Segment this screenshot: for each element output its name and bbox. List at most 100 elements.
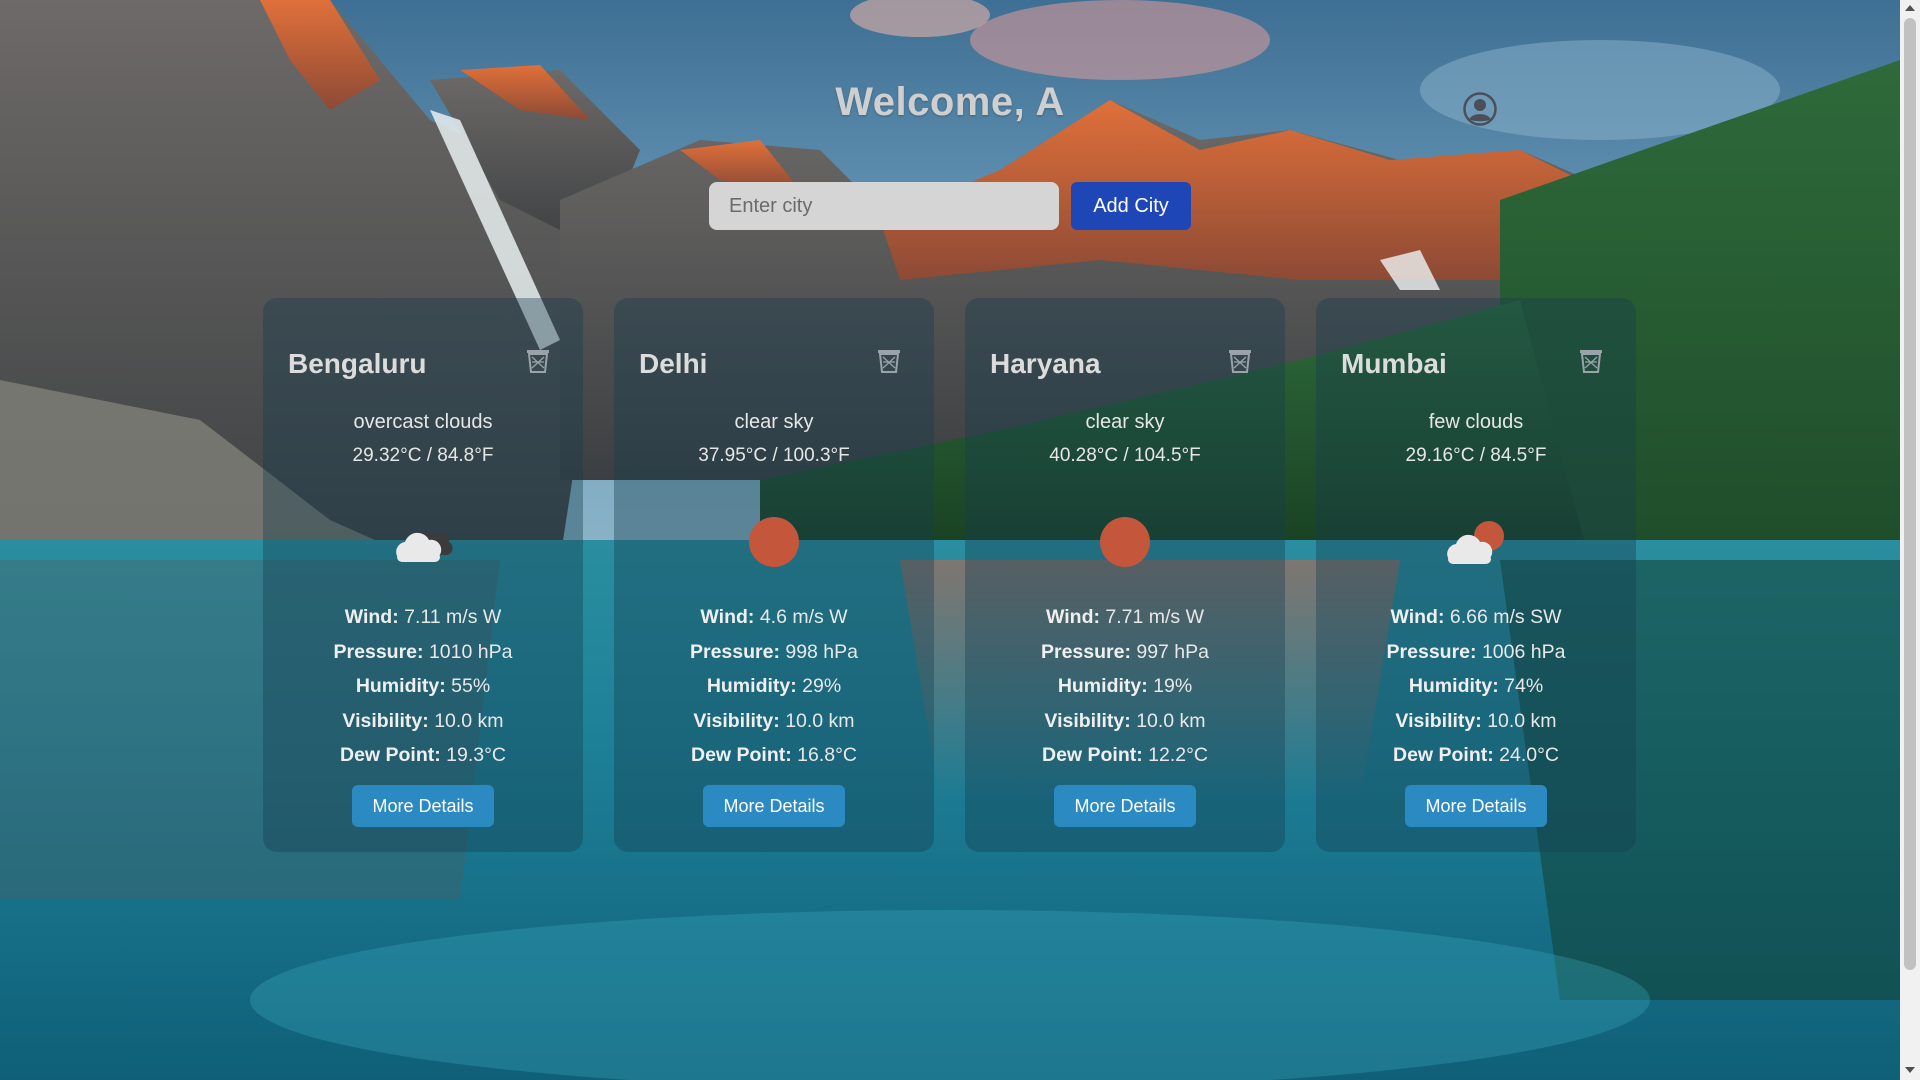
pressure-label: Pressure: (1386, 640, 1477, 663)
pressure-value: 1010 hPa (428, 640, 513, 663)
wind-value: 4.6 m/s W (759, 606, 848, 628)
card-temperature: 37.95°C / 100.3°F (698, 445, 850, 466)
pressure-value: 998 hPa (785, 640, 859, 663)
dew-point-value: 16.8°C (797, 744, 857, 766)
scroll-down-arrow-icon[interactable] (1905, 1067, 1915, 1073)
app-viewport: Welcome, A Add City Bengaluru overcast c… (0, 0, 1900, 1080)
pressure-row: Pressure: 1006 hPa (1316, 635, 1636, 670)
sun-icon (749, 517, 799, 567)
card-city-name: Bengaluru (288, 348, 427, 379)
scroll-up-arrow-icon[interactable] (1905, 5, 1915, 11)
wind-row: Wind: 4.6 m/s W (614, 600, 934, 635)
wind-value: 7.11 m/s W (404, 606, 502, 628)
city-card-haryana: Haryana clear sky 40.28°C / 104.5°F Wind… (965, 298, 1285, 852)
card-weather-stats: Wind: 7.11 m/s W Pressure: 1010 hPa Humi… (263, 600, 583, 773)
city-search-input[interactable] (709, 182, 1059, 230)
humidity-value: 55% (451, 675, 491, 697)
pressure-row: Pressure: 997 hPa (965, 635, 1285, 670)
more-details-button[interactable]: More Details (703, 785, 845, 827)
welcome-title: Welcome, A (835, 80, 1065, 124)
card-city-name: Delhi (639, 348, 708, 379)
card-weather-description: few clouds (1428, 411, 1524, 433)
trash-icon[interactable] (1228, 348, 1252, 374)
pressure-value: 997 hPa (1136, 640, 1210, 663)
add-city-button[interactable]: Add City (1071, 182, 1191, 230)
humidity-label: Humidity: (355, 675, 446, 697)
visibility-row: Visibility: 10.0 km (965, 704, 1285, 739)
wind-row: Wind: 6.66 m/s SW (1316, 600, 1636, 635)
card-temperature: 40.28°C / 104.5°F (1049, 445, 1201, 466)
city-card-delhi: Delhi clear sky 37.95°C / 100.3°F Wind: … (614, 298, 934, 852)
humidity-row: Humidity: 19% (965, 669, 1285, 704)
trash-icon[interactable] (877, 348, 901, 374)
trash-icon[interactable] (526, 348, 550, 374)
vertical-scrollbar[interactable] (1900, 0, 1920, 1080)
user-circle-icon[interactable] (1463, 92, 1497, 126)
visibility-value: 10.0 km (1136, 709, 1206, 732)
wind-row: Wind: 7.71 m/s W (965, 600, 1285, 635)
visibility-label: Visibility: (693, 709, 780, 732)
pressure-label: Pressure: (333, 640, 424, 663)
pressure-row: Pressure: 998 hPa (614, 635, 934, 670)
city-cards-container: Bengaluru overcast clouds 29.32°C / 84.8… (263, 298, 1636, 852)
pressure-row: Pressure: 1010 hPa (263, 635, 583, 670)
humidity-label: Humidity: (1057, 675, 1148, 697)
visibility-value: 10.0 km (785, 709, 855, 732)
card-weather-stats: Wind: 4.6 m/s W Pressure: 998 hPa Humidi… (614, 600, 934, 773)
more-details-button[interactable]: More Details (1054, 785, 1196, 827)
card-weather-stats: Wind: 7.71 m/s W Pressure: 997 hPa Humid… (965, 600, 1285, 773)
pressure-label: Pressure: (1040, 640, 1131, 663)
humidity-row: Humidity: 55% (263, 669, 583, 704)
city-card-mumbai: Mumbai few clouds 29.16°C / 84.5°F Wind:… (1316, 298, 1636, 852)
wind-row: Wind: 7.11 m/s W (263, 600, 583, 635)
humidity-row: Humidity: 29% (614, 669, 934, 704)
few-clouds-icon (1447, 521, 1504, 564)
dew-point-label: Dew Point: (1392, 744, 1494, 766)
sun-icon (1100, 517, 1150, 567)
add-city-form: Add City (709, 182, 1191, 230)
wind-value: 7.71 m/s W (1105, 606, 1204, 628)
visibility-value: 10.0 km (1487, 709, 1557, 732)
humidity-value: 19% (1153, 675, 1193, 697)
humidity-value: 29% (802, 675, 842, 697)
wind-label: Wind: (1390, 606, 1445, 628)
city-card-bengaluru: Bengaluru overcast clouds 29.32°C / 84.8… (263, 298, 583, 852)
humidity-label: Humidity: (1408, 675, 1499, 697)
wind-value: 6.66 m/s SW (1449, 606, 1562, 628)
humidity-row: Humidity: 74% (1316, 669, 1636, 704)
card-weather-description: overcast clouds (353, 411, 493, 433)
dew-point-value: 19.3°C (446, 744, 506, 766)
pressure-label: Pressure: (689, 640, 780, 663)
card-temperature: 29.16°C / 84.5°F (1405, 445, 1547, 466)
visibility-row: Visibility: 10.0 km (614, 704, 934, 739)
trash-icon[interactable] (1579, 348, 1603, 374)
dew-point-label: Dew Point: (1041, 744, 1143, 766)
dew-point-row: Dew Point: 24.0°C (1316, 738, 1636, 773)
scrollbar-thumb[interactable] (1904, 18, 1916, 970)
dew-point-row: Dew Point: 12.2°C (965, 738, 1285, 773)
dew-point-value: 12.2°C (1148, 744, 1208, 766)
visibility-row: Visibility: 10.0 km (263, 704, 583, 739)
card-weather-description: clear sky (734, 411, 814, 433)
wind-label: Wind: (700, 606, 755, 628)
visibility-value: 10.0 km (434, 709, 504, 732)
more-details-button[interactable]: More Details (352, 785, 494, 827)
visibility-label: Visibility: (1044, 709, 1131, 732)
pressure-value: 1006 hPa (1481, 640, 1566, 663)
dew-point-row: Dew Point: 19.3°C (263, 738, 583, 773)
card-weather-stats: Wind: 6.66 m/s SW Pressure: 1006 hPa Hum… (1316, 600, 1636, 773)
wind-label: Wind: (344, 606, 399, 628)
dew-point-label: Dew Point: (339, 744, 441, 766)
overcast-clouds-icon (396, 531, 453, 562)
visibility-label: Visibility: (342, 709, 429, 732)
card-weather-description: clear sky (1085, 411, 1165, 433)
visibility-row: Visibility: 10.0 km (1316, 704, 1636, 739)
humidity-label: Humidity: (706, 675, 797, 697)
card-temperature: 29.32°C / 84.8°F (352, 445, 494, 466)
card-city-name: Mumbai (1341, 348, 1447, 379)
card-city-name: Haryana (990, 348, 1101, 379)
more-details-button[interactable]: More Details (1405, 785, 1547, 827)
dew-point-value: 24.0°C (1499, 744, 1559, 766)
dew-point-row: Dew Point: 16.8°C (614, 738, 934, 773)
humidity-value: 74% (1504, 675, 1544, 697)
